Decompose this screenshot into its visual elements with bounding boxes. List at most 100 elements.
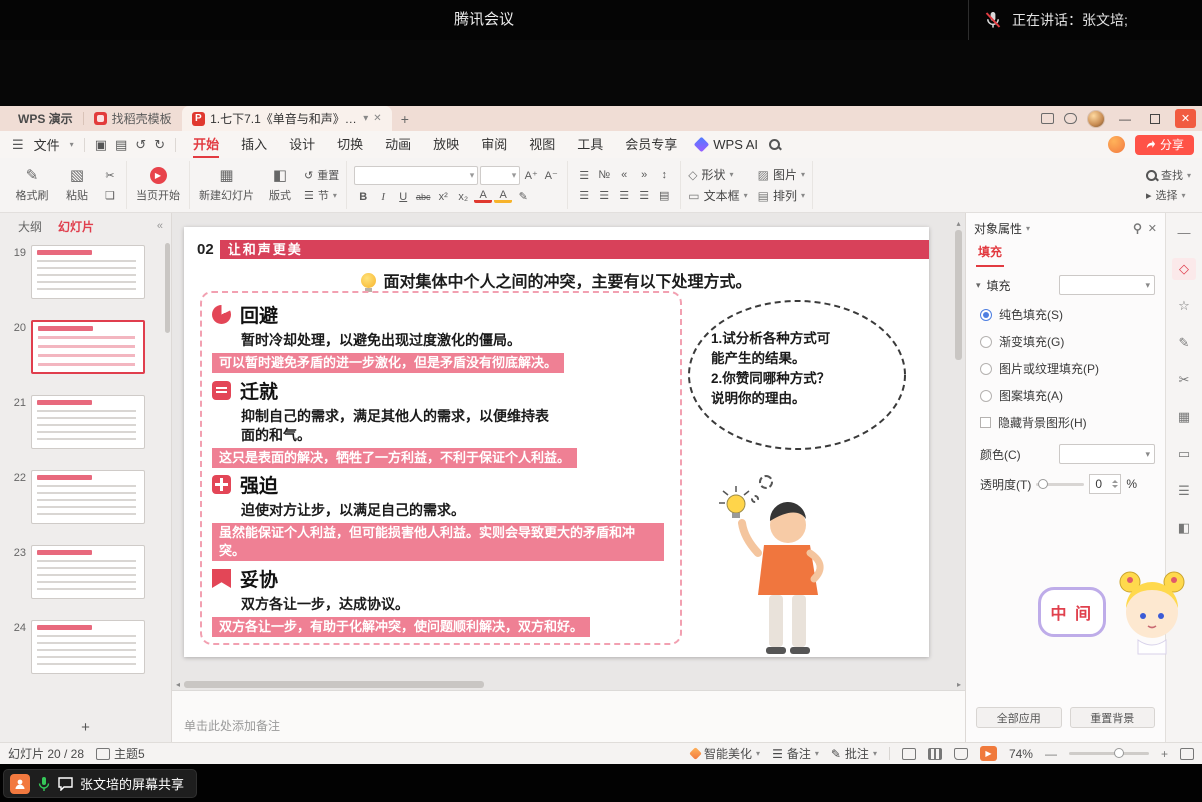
tab-animation[interactable]: 动画 <box>374 131 422 158</box>
vertical-scrollbar[interactable]: ▴ <box>953 219 964 673</box>
arrange-button[interactable]: ▤ 排列 ▾ <box>758 187 805 204</box>
panel-scrollbar[interactable] <box>165 243 170 333</box>
edit-tool-icon[interactable]: ✎ <box>1172 332 1196 354</box>
align-left-icon[interactable]: ☰ <box>575 187 593 203</box>
properties-icon[interactable]: ◇ <box>1172 258 1196 280</box>
zoom-slider[interactable] <box>1069 752 1149 755</box>
tab-tools[interactable]: 工具 <box>566 131 614 158</box>
zoom-out-icon[interactable]: — <box>1045 747 1057 761</box>
highlight-button[interactable]: A <box>494 190 512 203</box>
share-button[interactable]: 分享 <box>1135 135 1194 155</box>
grid-tool-icon[interactable]: ▦ <box>1172 406 1196 428</box>
close-panel-icon[interactable]: ✕ <box>1148 222 1157 235</box>
scrollbar-thumb[interactable] <box>955 230 962 360</box>
font-size-select[interactable]: ▾ <box>480 166 520 185</box>
new-slide-button[interactable]: ▦ 新建幻灯片 <box>197 167 256 203</box>
scroll-left-icon[interactable]: ◂ <box>176 680 180 689</box>
slide-thumbnail-24[interactable]: 24 <box>6 620 171 674</box>
opacity-input[interactable]: 0 <box>1089 474 1121 494</box>
start-from-current-button[interactable]: ▶ 当页开始 <box>134 167 182 203</box>
theme-indicator[interactable]: 主题5 <box>96 745 145 762</box>
columns-icon[interactable]: ▤ <box>655 187 673 203</box>
opacity-slider[interactable] <box>1036 483 1084 486</box>
align-right-icon[interactable]: ☰ <box>615 187 633 203</box>
slide-sorter-icon[interactable] <box>928 748 942 760</box>
comments-button[interactable]: ✎ 批注 ▾ <box>831 745 877 762</box>
line-spacing-icon[interactable]: ↕ <box>655 167 673 183</box>
normal-view-icon[interactable] <box>902 748 916 760</box>
align-center-icon[interactable]: ☰ <box>595 187 613 203</box>
tab-slideshow[interactable]: 放映 <box>422 131 470 158</box>
character-effects-icon[interactable]: ✎ <box>514 189 532 205</box>
document-tab[interactable]: P 1.七下7.1《单音与和声》.ppt ▾ ✕ <box>182 106 392 131</box>
superscript-button[interactable]: x² <box>434 189 452 205</box>
slide-thumbnail-21[interactable]: 21 <box>6 395 171 449</box>
scroll-right-icon[interactable]: ▸ <box>957 680 961 689</box>
undo-icon[interactable]: ↺ <box>131 137 150 153</box>
reset-background-button[interactable]: 重置背景 <box>1070 707 1156 728</box>
bullets-icon[interactable]: ☰ <box>575 167 593 183</box>
horizontal-scrollbar[interactable]: ◂ ▸ <box>172 679 965 690</box>
radio-pattern-fill[interactable]: 图案填充(A) <box>966 382 1165 409</box>
radio-solid-fill[interactable]: 纯色填充(S) <box>966 301 1165 328</box>
zoom-percent[interactable]: 74% <box>1009 747 1033 761</box>
layout-mode-icon[interactable] <box>1041 113 1054 124</box>
smart-beautify-button[interactable]: 智能美化 ▾ <box>691 745 760 762</box>
list-tool-icon[interactable]: ☰ <box>1172 480 1196 502</box>
tab-member[interactable]: 会员专享 <box>614 131 688 158</box>
close-document-icon[interactable]: ✕ <box>373 113 381 124</box>
radio-picture-fill[interactable]: 图片或纹理填充(P) <box>966 355 1165 382</box>
color-dropdown[interactable]: ▾ <box>1059 444 1155 464</box>
main-menu-icon[interactable]: ☰ <box>8 137 28 153</box>
collapse-panel-icon[interactable]: « <box>157 220 163 232</box>
file-menu[interactable]: 文件 <box>28 135 66 154</box>
close-window-button[interactable]: ✕ <box>1175 109 1196 128</box>
chevron-down-icon[interactable]: ▾ <box>1026 224 1030 233</box>
tab-wps-ai[interactable]: WPS AI <box>711 131 769 158</box>
picture-button[interactable]: ▨ 图片 ▾ <box>758 166 805 183</box>
increase-font-icon[interactable]: A⁺ <box>522 167 540 183</box>
docer-template-tab[interactable]: 找稻壳模板 <box>84 106 182 131</box>
find-button[interactable]: 查找 ▾ <box>1146 167 1191 183</box>
tab-transitions[interactable]: 切换 <box>326 131 374 158</box>
search-icon[interactable] <box>769 139 780 150</box>
fit-screen-icon[interactable] <box>1180 748 1194 760</box>
increase-indent-icon[interactable]: » <box>635 167 653 183</box>
section-button[interactable]: ☰ 节 ▾ <box>304 187 339 203</box>
strikethrough-button[interactable]: abc <box>414 189 432 205</box>
docer-member-icon[interactable] <box>1108 136 1125 153</box>
spinner-icon[interactable] <box>1112 477 1118 491</box>
reading-view-icon[interactable] <box>954 748 968 760</box>
textbox-button[interactable]: ▭ 文本框 ▾ <box>688 187 747 204</box>
save-icon[interactable]: ▣ <box>91 137 111 153</box>
bold-button[interactable]: B <box>354 189 372 205</box>
wps-home-tab[interactable]: WPS 演示 <box>8 110 83 127</box>
add-slide-button[interactable]: + <box>0 717 171 742</box>
select-button[interactable]: ▸ 选择 ▾ <box>1146 187 1191 203</box>
fill-style-dropdown[interactable]: ▾ <box>1059 275 1155 295</box>
cut-icon[interactable]: ✂ <box>101 167 119 183</box>
format-painter-button[interactable]: ✎ 格式刷 <box>11 167 53 203</box>
reset-button[interactable]: ↺ 重置 <box>304 167 339 183</box>
tab-insert[interactable]: 插入 <box>230 131 278 158</box>
crop-tool-icon[interactable]: ✂ <box>1172 369 1196 391</box>
tab-review[interactable]: 审阅 <box>470 131 518 158</box>
pin-icon[interactable] <box>1131 222 1144 235</box>
redo-icon[interactable]: ↻ <box>150 137 169 153</box>
scrollbar-thumb[interactable] <box>184 681 484 688</box>
new-tab-button[interactable]: + <box>392 111 418 127</box>
tab-home[interactable]: 开始 <box>182 131 230 158</box>
star-icon[interactable]: ☆ <box>1172 295 1196 317</box>
font-color-button[interactable]: A <box>474 190 492 203</box>
layout-tool-icon[interactable]: ◧ <box>1172 517 1196 539</box>
radio-gradient-fill[interactable]: 渐变填充(G) <box>966 328 1165 355</box>
maximize-window-button[interactable] <box>1150 114 1160 124</box>
copy-icon[interactable]: ❏ <box>101 187 119 203</box>
decrease-font-icon[interactable]: A⁻ <box>542 167 560 183</box>
layout-button[interactable]: ◧ 版式 <box>259 167 301 203</box>
minimize-window-button[interactable]: — <box>1115 112 1135 126</box>
collapse-section-icon[interactable]: ▾ <box>976 280 981 291</box>
slide-thumbnail-22[interactable]: 22 <box>6 470 171 524</box>
notes-button[interactable]: ☰ 备注 ▾ <box>772 745 819 762</box>
paste-button[interactable]: ▧ 粘贴 <box>56 167 98 203</box>
